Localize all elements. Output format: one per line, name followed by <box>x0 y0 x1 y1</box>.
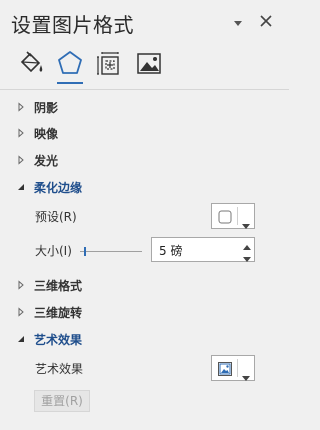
chevron-down-icon <box>242 214 250 229</box>
section-label: 三维格式 <box>34 279 83 293</box>
pentagon-icon <box>58 51 82 74</box>
dropdown-divider <box>237 207 238 225</box>
slider-thumb[interactable] <box>84 247 86 256</box>
tabs-divider <box>0 89 289 90</box>
preset-dropdown[interactable] <box>211 203 255 229</box>
artistic-effects-label: 艺术效果 <box>35 362 84 376</box>
size-value[interactable]: 5 磅 <box>159 242 182 259</box>
chevron-right-icon <box>16 101 26 112</box>
tab-effects[interactable] <box>55 48 85 78</box>
spinner-down-icon[interactable] <box>240 250 254 262</box>
selected-tab-indicator <box>57 82 83 84</box>
close-icon[interactable] <box>257 12 275 30</box>
size-label: 大小(I) <box>35 244 72 258</box>
section-3d-rotation[interactable]: 三维旋转 <box>16 302 216 322</box>
preset-label: 预设(R) <box>35 210 77 224</box>
tab-fill-line[interactable] <box>16 48 46 78</box>
section-shadow[interactable]: 阴影 <box>16 97 216 117</box>
section-label: 三维旋转 <box>34 306 83 320</box>
picture-icon <box>137 53 161 74</box>
chevron-right-icon <box>16 279 26 290</box>
paint-bucket-icon <box>20 51 43 73</box>
section-label: 艺术效果 <box>34 333 83 347</box>
size-slider[interactable] <box>80 247 142 257</box>
section-glow[interactable]: 发光 <box>16 150 216 170</box>
chevron-right-icon <box>16 127 26 138</box>
soft-edge-preset-icon <box>218 209 232 224</box>
reset-button[interactable]: 重置(R) <box>34 390 90 412</box>
artistic-effects-dropdown[interactable] <box>211 355 255 381</box>
section-label: 阴影 <box>34 101 59 115</box>
tab-size-properties[interactable] <box>94 48 124 78</box>
section-soft-edges[interactable]: 柔化边缘 <box>16 177 216 197</box>
section-label: 映像 <box>34 127 59 141</box>
section-reflection[interactable]: 映像 <box>16 123 216 143</box>
task-pane-options-icon[interactable] <box>231 15 245 29</box>
chevron-right-icon <box>16 306 26 317</box>
chevron-down-icon <box>16 333 26 343</box>
chevron-down-icon <box>16 181 26 191</box>
section-label: 柔化边缘 <box>34 181 83 195</box>
artistic-effect-preview-icon <box>218 361 232 376</box>
tab-picture[interactable] <box>134 48 164 78</box>
chevron-right-icon <box>16 154 26 165</box>
section-label: 发光 <box>34 154 59 168</box>
pane-title: 设置图片格式 <box>11 13 134 37</box>
section-artistic-effects[interactable]: 艺术效果 <box>16 329 216 349</box>
chevron-down-icon <box>242 366 250 381</box>
section-3d-format[interactable]: 三维格式 <box>16 275 216 295</box>
size-properties-icon <box>97 52 119 75</box>
dropdown-divider <box>237 359 238 377</box>
pane-header: 设置图片格式 <box>0 0 289 44</box>
format-tabs <box>0 44 289 90</box>
spinner-up-icon[interactable] <box>240 238 254 250</box>
size-spinner[interactable]: 5 磅 <box>151 237 255 262</box>
slider-track <box>80 251 142 252</box>
